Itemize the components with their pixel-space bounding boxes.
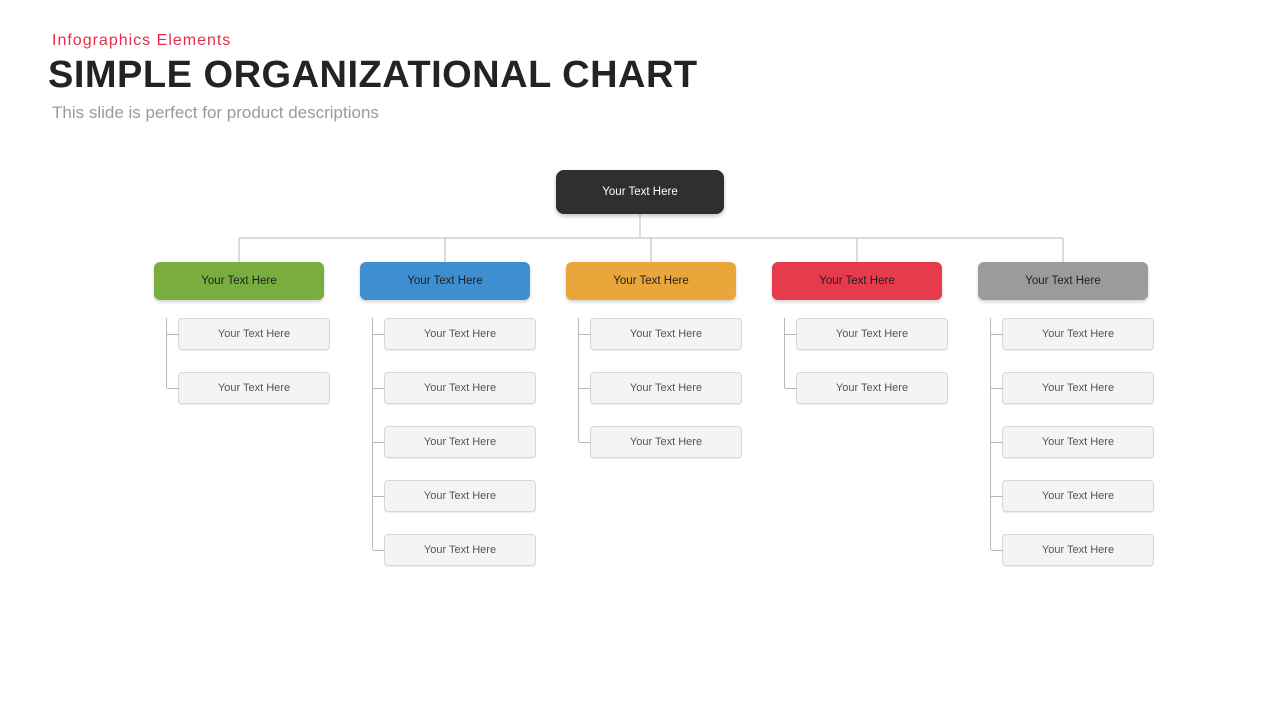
child-node: Your Text Here: [178, 318, 330, 350]
branch-head-2: Your Text Here: [566, 262, 736, 300]
branch-4: Your Text Here Your Text Here Your Text He…: [978, 262, 1148, 566]
spine: [578, 318, 579, 442]
child-node: Your Text Here: [1002, 318, 1154, 350]
slide-title: SIMPLE ORGANIZATIONAL CHART: [48, 54, 698, 97]
child-label: Your Text Here: [1042, 328, 1114, 340]
child-node: Your Text Here: [384, 480, 536, 512]
slide-subtitle: This slide is perfect for product descri…: [52, 103, 698, 123]
child-node: Your Text Here: [384, 534, 536, 566]
child-node: Your Text Here: [1002, 480, 1154, 512]
child-list-3: Your Text Here Your Text Here: [772, 318, 942, 404]
child-label: Your Text Here: [630, 328, 702, 340]
slide-header: Infographics Elements SIMPLE ORGANIZATIO…: [52, 32, 698, 123]
child-node: Your Text Here: [1002, 534, 1154, 566]
branch-2: Your Text Here Your Text Here Your Text He…: [566, 262, 736, 458]
child-label: Your Text Here: [1042, 436, 1114, 448]
branch-head-3: Your Text Here: [772, 262, 942, 300]
branch-3: Your Text HereYour Text HereYour Text He…: [772, 262, 942, 404]
root-node: Your Text Here: [556, 170, 724, 214]
branch-head-4: Your Text Here: [978, 262, 1148, 300]
child-label: Your Text Here: [630, 436, 702, 448]
child-node: Your Text Here: [796, 318, 948, 350]
child-node: Your Text Here: [384, 426, 536, 458]
child-node: Your Text Here: [590, 426, 742, 458]
child-list-0: Your Text Here Your Text Here: [154, 318, 324, 404]
branch-head-0: Your Text Here: [154, 262, 324, 300]
child-label: Your Text Here: [424, 328, 496, 340]
child-node: Your Text Here: [796, 372, 948, 404]
child-list-4: Your Text Here Your Text Here Your Text He…: [978, 318, 1148, 566]
branch-label: Your Text Here: [201, 275, 276, 287]
spine: [784, 318, 785, 388]
child-list-1: Your Text Here Your Text Here Your Text He…: [360, 318, 530, 566]
child-list-2: Your Text Here Your Text Here Your Text He…: [566, 318, 736, 458]
branch-label: Your Text Here: [1025, 275, 1100, 287]
child-label: Your Text Here: [218, 328, 290, 340]
slide-kicker: Infographics Elements: [52, 32, 698, 50]
child-label: Your Text Here: [424, 544, 496, 556]
child-node: Your Text Here: [384, 372, 536, 404]
branch-label: Your Text Here: [613, 275, 688, 287]
branch-label: Your Text Here: [819, 275, 894, 287]
child-node: Your Text Here: [1002, 426, 1154, 458]
child-node: Your Text Here: [590, 318, 742, 350]
child-label: Your Text Here: [836, 382, 908, 394]
spine: [990, 318, 991, 550]
spine: [372, 318, 373, 550]
child-node: Your Text Here: [1002, 372, 1154, 404]
child-label: Your Text Here: [1042, 544, 1114, 556]
root-label: Your Text Here: [602, 186, 677, 198]
child-label: Your Text Here: [424, 382, 496, 394]
child-label: Your Text Here: [424, 436, 496, 448]
branch-1: Your Text Here Your Text Here Your Text He…: [360, 262, 530, 566]
branch-head-1: Your Text Here: [360, 262, 530, 300]
child-label: Your Text Here: [1042, 490, 1114, 502]
branch-label: Your Text Here: [407, 275, 482, 287]
child-label: Your Text Here: [630, 382, 702, 394]
spine: [166, 318, 167, 388]
child-label: Your Text Here: [424, 490, 496, 502]
branch-0: Your Text HereYour Text HereYour Text He…: [154, 262, 324, 404]
child-node: Your Text Here: [178, 372, 330, 404]
child-label: Your Text Here: [218, 382, 290, 394]
child-label: Your Text Here: [836, 328, 908, 340]
child-node: Your Text Here: [590, 372, 742, 404]
child-node: Your Text Here: [384, 318, 536, 350]
child-label: Your Text Here: [1042, 382, 1114, 394]
